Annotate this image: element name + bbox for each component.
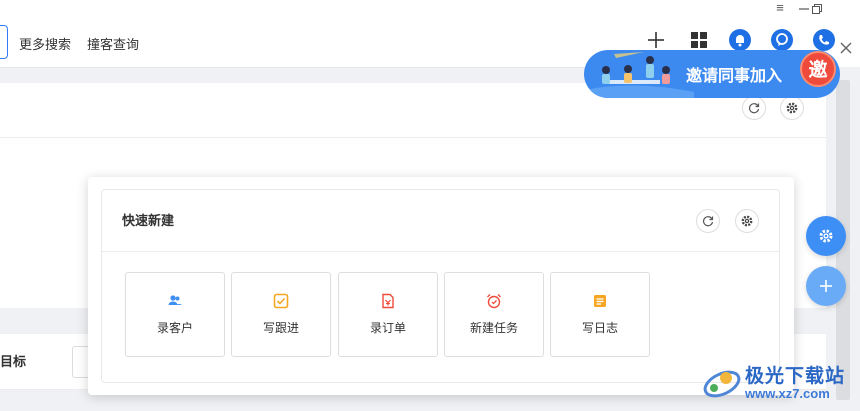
notes-icon (594, 295, 606, 307)
restore-button[interactable] (807, 0, 827, 17)
refresh-button[interactable] (742, 96, 766, 120)
team-illustration (584, 52, 694, 98)
refresh-icon (702, 216, 714, 227)
order-icon (382, 293, 394, 309)
watermark-url: www.xz7.com (745, 386, 830, 401)
gear-icon (786, 102, 798, 114)
search-input[interactable] (0, 25, 8, 59)
settings-button[interactable] (735, 209, 759, 233)
phone-icon[interactable] (813, 29, 835, 51)
hamburger-icon[interactable]: ≡ (770, 0, 790, 17)
quick-create-item-customer[interactable]: 录客户 (125, 272, 225, 357)
quick-create-item-task[interactable]: 新建任务 (444, 272, 544, 357)
plus-icon (820, 280, 832, 292)
window-titlebar: ≡ (0, 0, 860, 17)
quick-create-item-label: 录客户 (156, 321, 193, 335)
checkbox-icon (273, 293, 289, 309)
more-search-link[interactable]: 更多搜索 (19, 34, 71, 53)
invite-badge[interactable]: 邀 (800, 51, 836, 87)
quick-create-item-log[interactable]: 写日志 (550, 272, 650, 357)
customer-icon (168, 295, 182, 305)
divider (102, 251, 779, 252)
bell-icon[interactable] (729, 29, 751, 51)
quick-create-item-label: 新建任务 (469, 321, 518, 335)
gear-icon (741, 215, 753, 227)
collision-check-link[interactable]: 撞客查询 (87, 34, 139, 53)
quick-create-item-label: 写日志 (581, 321, 618, 335)
quick-create-item-order[interactable]: 录订单 (338, 272, 438, 357)
refresh-icon (748, 103, 760, 114)
alarm-clock-icon (487, 294, 501, 309)
chat-icon[interactable] (771, 29, 793, 51)
add-fab[interactable] (806, 266, 846, 306)
panel-title: 快速新建 (122, 213, 175, 228)
plus-icon[interactable] (645, 29, 667, 51)
apps-grid-icon[interactable] (688, 29, 710, 51)
quick-create-item-label: 写跟进 (262, 321, 299, 335)
settings-button[interactable] (780, 96, 804, 120)
settings-fab[interactable] (806, 216, 846, 256)
watermark-logo (703, 370, 741, 398)
quick-create-item-label: 录订单 (369, 321, 406, 335)
divider (0, 137, 826, 138)
close-icon[interactable] (838, 40, 854, 56)
quick-create-item-follow-up[interactable]: 写跟进 (231, 272, 331, 357)
invite-banner-text: 邀请同事加入 (686, 68, 783, 85)
quick-create-panel: 快速新建 录客户 写跟进 录订单 新建任务 写日志 (101, 189, 780, 383)
watermark-name: 极光下载站 (745, 366, 846, 387)
target-label: 目标 (0, 354, 27, 369)
quick-create-popup: 快速新建 录客户 写跟进 录订单 新建任务 写日志 (88, 177, 794, 395)
refresh-button[interactable] (696, 209, 720, 233)
gear-icon (819, 229, 833, 243)
